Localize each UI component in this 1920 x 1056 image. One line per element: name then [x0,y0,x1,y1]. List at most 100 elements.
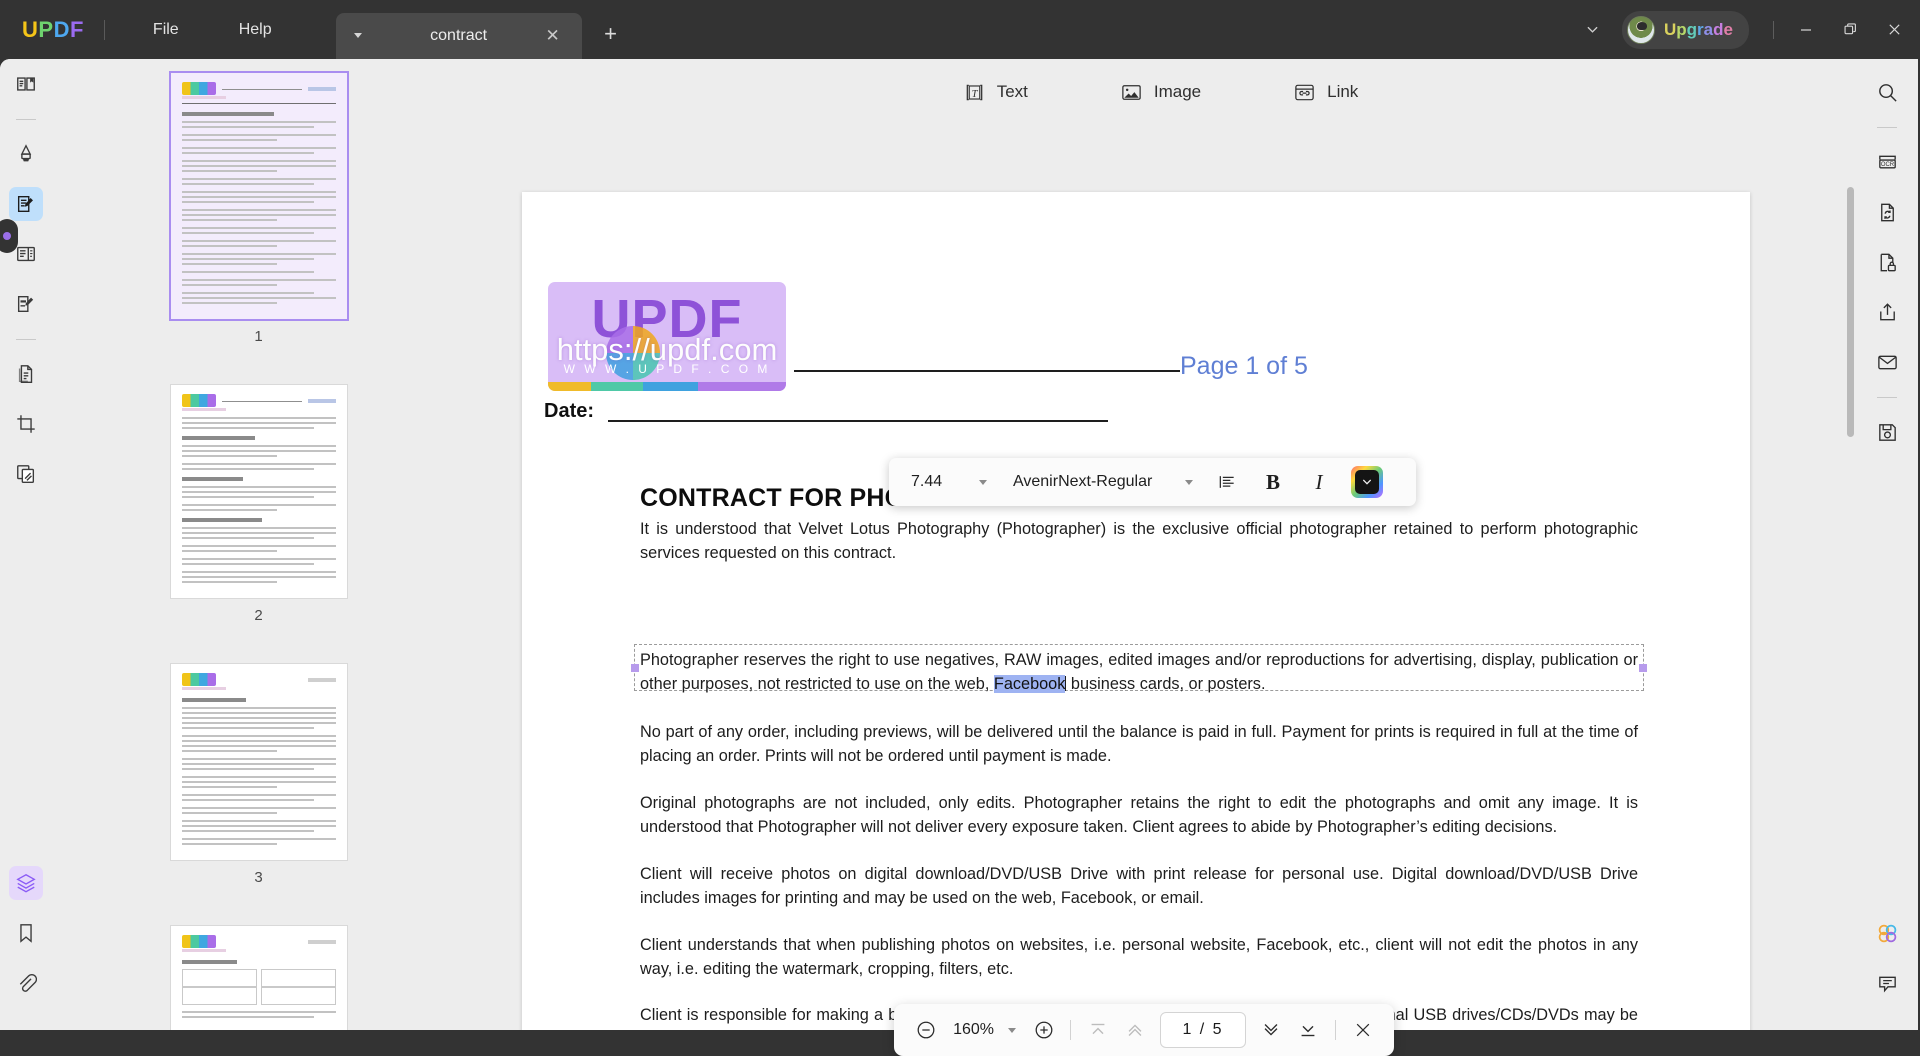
zoom-level-value: 160% [953,1021,994,1038]
thumbnail-item[interactable]: 2 [52,371,465,624]
next-page-icon[interactable] [1254,1012,1289,1048]
new-tab-button[interactable]: + [598,21,624,47]
edit-tool-text[interactable]: T Text [953,75,1038,110]
bold-button[interactable]: B [1253,465,1293,499]
chevron-down-icon[interactable] [1580,17,1606,43]
zoom-level-dropdown[interactable]: 160% [945,1013,1024,1047]
logo-letter-f: F [69,16,84,42]
font-family-dropdown[interactable]: AvenirNext-Regular [1005,465,1201,499]
tool-search[interactable] [1870,75,1904,109]
paragraph-negatives[interactable]: Photographer reserves the right to use n… [640,649,1638,696]
resize-handle-left[interactable] [631,663,639,672]
first-page-icon[interactable] [1080,1012,1115,1048]
tool-share[interactable] [1870,295,1904,329]
thumbnail-number: 2 [254,607,263,624]
thumbnail-number: 3 [254,869,263,886]
text-box-icon: T [963,81,986,104]
upgrade-button[interactable]: Upgrade [1621,10,1749,49]
menu-help[interactable]: Help [223,15,288,45]
paragraph-publishing[interactable]: Client understands that when publishing … [640,934,1638,981]
last-page-icon[interactable] [1291,1012,1326,1048]
divider [1335,1020,1336,1040]
zoom-in-icon[interactable] [1026,1012,1061,1048]
close-toolbar-button[interactable] [1345,1012,1380,1048]
edit-tool-image[interactable]: Image [1110,75,1211,110]
thumbnail-page-2[interactable] [170,385,347,598]
close-window-button[interactable] [1872,8,1916,52]
paragraph-delivery[interactable]: Client will receive photos on digital do… [640,863,1638,910]
maximize-button[interactable] [1828,8,1872,52]
text-format-toolbar: 7.44 AvenirNext-Regular B I [889,458,1416,506]
link-icon [1293,81,1316,104]
divider [1070,1020,1072,1040]
divider [1877,397,1897,398]
tool-email[interactable] [1870,345,1904,379]
thumbnail-content [171,385,347,598]
thumbnail-item[interactable]: 4 [52,912,465,1030]
tool-save[interactable] [1870,415,1904,449]
divider [16,119,36,120]
color-swatch [1355,470,1379,494]
prev-page-icon[interactable] [1117,1012,1152,1048]
watermark-colorbar [548,382,786,391]
app-shell: 1 2 3 T Text Image Link UPDF https://upd… [0,59,1920,1056]
edit-tool-link[interactable]: Link [1283,75,1368,110]
sidebar-item-highlight[interactable] [9,137,43,171]
resize-handle-right[interactable] [1639,663,1647,672]
thumbnail-item[interactable]: 3 [52,650,465,886]
thumbnail-item[interactable]: 1 [52,59,465,345]
tool-ai-assistant[interactable] [1870,916,1904,950]
page-scroll-area[interactable]: UPDF https://updf.com W W W . U P D F . … [465,125,1856,1030]
minimize-button[interactable] [1784,8,1828,52]
thumbnail-content [171,73,347,319]
sidebar-item-layers[interactable] [9,866,43,900]
tool-protect[interactable] [1870,245,1904,279]
app-surface: 1 2 3 T Text Image Link UPDF https://upd… [0,59,1918,1056]
sidebar-item-bookmarks[interactable] [9,916,43,950]
paragraph-payment[interactable]: No part of any order, including previews… [640,721,1638,768]
sidebar-item-organize-pages[interactable] [9,357,43,391]
thumb-logo-icon [181,673,216,686]
sidebar-item-attachments[interactable] [9,966,43,1000]
sidebar-item-edit-pdf[interactable] [9,187,43,221]
document-viewer: T Text Image Link UPDF https://updf.com … [465,59,1856,1030]
zoom-out-icon[interactable] [908,1012,943,1048]
sidebar-item-crop[interactable] [9,407,43,441]
page-number-input[interactable]: 1 / 5 [1160,1012,1246,1048]
thumbnail-content [171,664,347,860]
document-tab[interactable]: contract ✕ [335,13,582,59]
avatar[interactable] [1626,15,1655,44]
font-size-dropdown[interactable]: 7.44 [903,465,995,499]
left-tool-rail [0,59,52,1030]
logo-letter-p: P [38,16,54,42]
page-scrollbar[interactable] [1847,131,1854,951]
thumbnail-page-3[interactable] [170,664,347,860]
thumbnail-panel[interactable]: 1 2 3 [52,59,465,1030]
menu-file[interactable]: File [137,15,195,45]
paragraph-text-after: business cards, or posters. [1066,674,1266,693]
close-icon[interactable]: ✕ [542,25,564,47]
pdf-page[interactable]: UPDF https://updf.com W W W . U P D F . … [522,192,1750,1030]
thumbnail-page-4[interactable] [170,926,347,1030]
text-color-button[interactable] [1351,466,1383,498]
tool-convert[interactable] [1870,195,1904,229]
right-rail-bottom-group [1870,916,1904,1030]
paragraph-originals[interactable]: Original photographs are not included, o… [640,792,1638,839]
caret-down-icon[interactable] [353,33,362,38]
sidebar-item-form[interactable] [9,287,43,321]
italic-button[interactable]: I [1299,465,1339,499]
chevron-down-icon [979,479,987,485]
align-left-icon[interactable] [1207,465,1247,499]
panel-collapse-handle[interactable] [0,219,18,253]
sidebar-item-reader[interactable] [9,67,43,101]
upgrade-label: Upgrade [1663,19,1733,39]
thumbnail-page-1[interactable] [170,73,347,319]
chevron-down-icon [1185,479,1193,485]
sidebar-item-compare[interactable] [9,457,43,491]
edit-tool-link-label: Link [1327,82,1359,101]
tool-ocr[interactable]: OCR [1870,145,1904,179]
tool-feedback[interactable] [1870,966,1904,1000]
paragraph-intro[interactable]: It is understood that Velvet Lotus Photo… [640,518,1638,565]
thumbnail-content [171,926,347,1030]
page-scrollbar-thumb[interactable] [1847,187,1854,437]
